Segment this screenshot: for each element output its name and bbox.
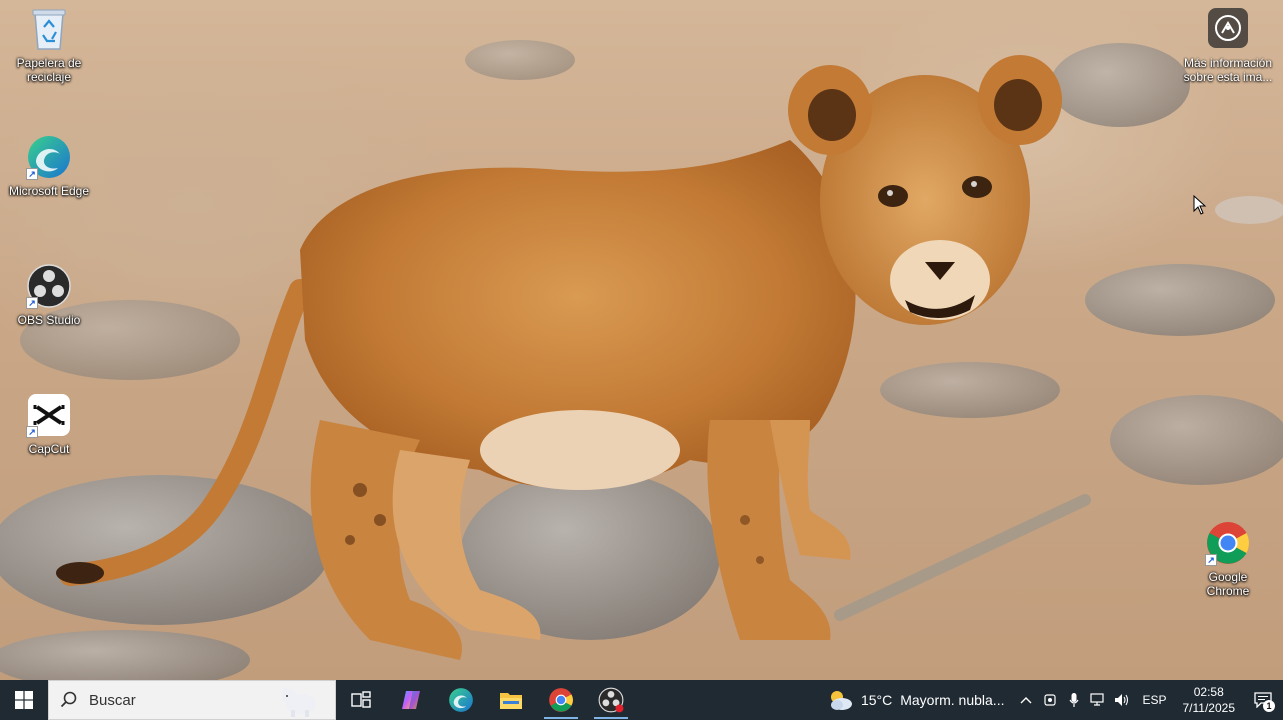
obs-icon: ↗ xyxy=(26,263,72,309)
search-input[interactable] xyxy=(89,691,269,709)
clock-date: 7/11/2025 xyxy=(1182,701,1236,715)
language-indicator[interactable]: ESP xyxy=(1134,693,1174,707)
weather-widget[interactable]: 15°C Mayorm. nubla... xyxy=(817,680,1015,720)
desktop-icon-label: CapCut xyxy=(28,442,70,456)
desktop-wallpaper xyxy=(0,0,1283,680)
microphone-icon xyxy=(1069,693,1079,707)
copilot-icon xyxy=(402,691,420,709)
task-view-icon xyxy=(351,691,371,708)
partly-cloudy-icon xyxy=(830,691,852,710)
chrome-icon xyxy=(549,688,573,712)
windows-logo-icon xyxy=(15,691,33,709)
tray-microphone-button[interactable] xyxy=(1062,680,1086,720)
recycle-bin-icon xyxy=(26,6,72,52)
mouse-cursor-icon xyxy=(1193,194,1207,220)
taskbar-search[interactable] xyxy=(48,680,336,720)
chevron-up-icon xyxy=(1020,697,1032,704)
notification-center-button[interactable]: 1 xyxy=(1243,680,1283,720)
tray-network-button[interactable] xyxy=(1086,680,1110,720)
shortcut-arrow-icon: ↗ xyxy=(1205,554,1217,566)
notification-count-badge: 1 xyxy=(1263,700,1275,712)
edge-icon: ↗ xyxy=(26,134,72,180)
shortcut-arrow-icon: ↗ xyxy=(26,297,38,309)
taskbar-chrome[interactable] xyxy=(536,680,586,720)
system-tray: 15°C Mayorm. nubla... ESP 02:58 7/11/202… xyxy=(817,680,1283,720)
shortcut-arrow-icon: ↗ xyxy=(26,168,38,180)
network-icon xyxy=(1090,693,1105,706)
show-hidden-icons-button[interactable] xyxy=(1014,680,1038,720)
taskbar-obs[interactable] xyxy=(586,680,636,720)
desktop-icon-label: Microsoft Edge xyxy=(8,184,90,198)
desktop-icon-label: Google Chrome xyxy=(1206,570,1250,598)
desktop-icon-label: OBS Studio xyxy=(17,313,81,327)
taskbar-copilot[interactable] xyxy=(386,680,436,720)
taskbar: 15°C Mayorm. nubla... ESP 02:58 7/11/202… xyxy=(0,680,1283,720)
camera-info-icon xyxy=(1208,8,1248,48)
desktop-icon-obs[interactable]: ↗ OBS Studio xyxy=(7,263,91,327)
search-highlight-bear-icon xyxy=(277,684,321,720)
chrome-icon: ↗ xyxy=(1205,520,1251,566)
start-button[interactable] xyxy=(0,680,48,720)
weather-temp: 15°C xyxy=(860,692,893,708)
clock-time: 02:58 xyxy=(1193,685,1224,699)
edge-icon xyxy=(449,688,473,712)
weather-condition: Mayorm. nubla... xyxy=(900,692,1005,708)
taskbar-file-explorer[interactable] xyxy=(486,680,536,720)
taskbar-task-view[interactable] xyxy=(336,680,386,720)
tray-device-icon[interactable] xyxy=(1038,680,1062,720)
tray-volume-button[interactable] xyxy=(1110,680,1134,720)
desktop-icon-recycle-bin[interactable]: Papelera de reciclaje xyxy=(7,6,91,84)
speaker-icon xyxy=(1115,694,1129,706)
desktop-icon-capcut[interactable]: ↗ CapCut xyxy=(7,392,91,456)
spotlight-info-label: Más información sobre esta ima... xyxy=(1183,56,1273,84)
desktop-icon-label: Papelera de reciclaje xyxy=(16,56,82,84)
search-icon xyxy=(49,691,89,709)
taskbar-edge[interactable] xyxy=(436,680,486,720)
capcut-icon: ↗ xyxy=(26,392,72,438)
obs-icon xyxy=(598,687,624,713)
shortcut-arrow-icon: ↗ xyxy=(26,426,38,438)
folder-icon xyxy=(500,693,522,709)
taskbar-clock[interactable]: 02:58 7/11/2025 xyxy=(1175,684,1244,716)
spotlight-info-button[interactable]: Más información sobre esta ima... xyxy=(1180,8,1276,84)
desktop-icon-edge[interactable]: ↗ Microsoft Edge xyxy=(7,134,91,198)
desktop-icon-chrome[interactable]: ↗ Google Chrome xyxy=(1186,520,1270,598)
meet-now-icon xyxy=(1044,694,1057,706)
